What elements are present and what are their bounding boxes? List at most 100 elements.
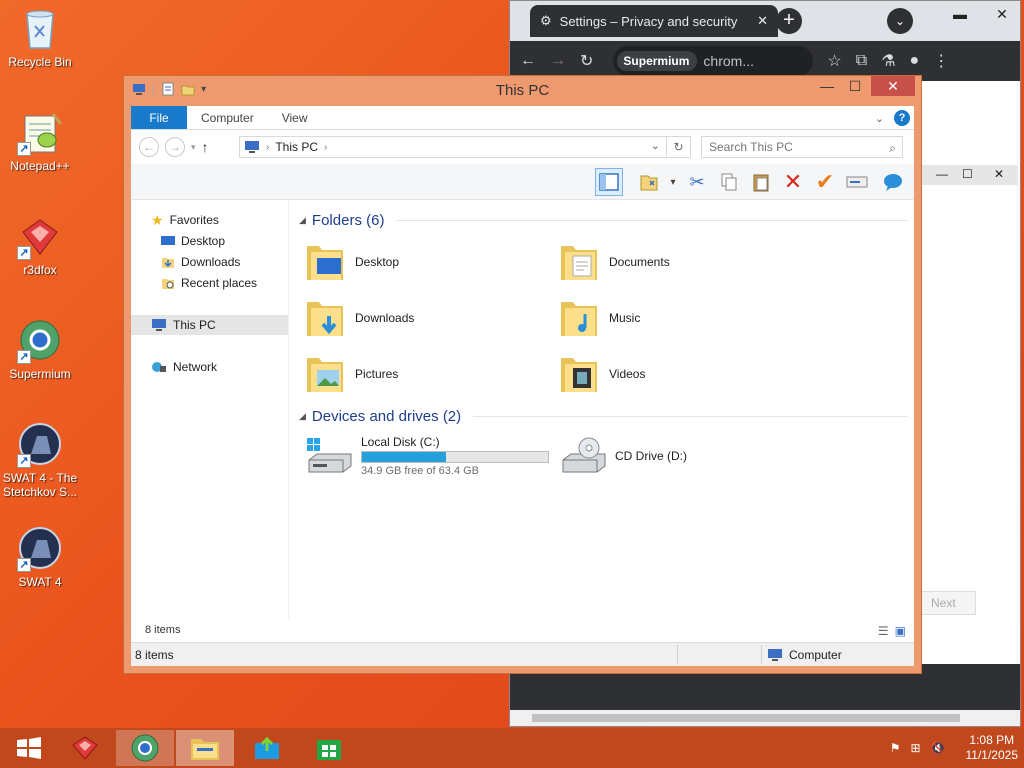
refresh-icon[interactable]: ↻	[666, 137, 690, 157]
dialog-minimize-icon[interactable]: —	[936, 167, 948, 181]
breadcrumb-this-pc[interactable]: This PC	[275, 140, 318, 154]
nav-this-pc[interactable]: This PC	[131, 315, 288, 335]
large-icons-view-icon[interactable]: ▣	[895, 624, 906, 638]
scrollbar-thumb[interactable]	[532, 714, 960, 722]
details-view-icon[interactable]: ☰	[878, 624, 889, 638]
taskbar-supermium[interactable]	[116, 730, 174, 766]
volume-muted-icon[interactable]: 🔇	[931, 741, 946, 755]
next-button[interactable]: Next	[920, 591, 976, 615]
tab-computer[interactable]: Computer	[187, 106, 268, 129]
desktop-icon-swat4-expansion[interactable]: ↗ SWAT 4 - The Stetchkov S...	[2, 422, 78, 499]
profile-icon[interactable]: ●	[910, 52, 920, 70]
close-button[interactable]: ✕	[871, 76, 915, 96]
nav-recent-places-label: Recent places	[181, 276, 258, 290]
search-input[interactable]: Search This PC ⌕	[701, 136, 903, 158]
up-button[interactable]: ↑	[202, 139, 209, 155]
desktop-icon-supermium[interactable]: ↗ Supermium	[2, 318, 78, 381]
taskbar-app-uploader[interactable]	[238, 730, 296, 766]
desktop: Recycle Bin ↗ Notepad++ ↗ r3dfox ↗ Super…	[0, 0, 1024, 728]
rename-check-icon[interactable]: ✔	[811, 168, 839, 196]
map-drive-icon[interactable]	[843, 168, 871, 196]
folder-item[interactable]: Desktop	[305, 236, 555, 288]
desktop-icon-label: Notepad++	[10, 159, 70, 173]
nav-recent-places[interactable]: Recent places	[131, 273, 288, 293]
paste-icon[interactable]	[747, 168, 775, 196]
back-button[interactable]: ←	[139, 137, 159, 157]
view-switcher: ☰ ▣	[878, 624, 906, 638]
taskbar: ⚑ ⊞ 🔇 1:08 PM 11/1/2025	[0, 728, 1024, 768]
drive-item-cd[interactable]: CD Drive (D:)	[559, 430, 809, 482]
cut-icon[interactable]: ✂	[683, 168, 711, 196]
tab-close-icon[interactable]: ✕	[757, 13, 768, 29]
folder-item[interactable]: Music	[559, 292, 809, 344]
network-tray-icon[interactable]: ⊞	[910, 741, 920, 755]
address-bar[interactable]: › This PC › ⌄ ↻	[239, 136, 691, 158]
inner-dialog-controls: — ☐ ✕	[922, 165, 1018, 185]
desktop-icon-recycle-bin[interactable]: Recycle Bin	[2, 6, 78, 69]
drive-item-local-disk[interactable]: Local Disk (C:) 34.9 GB free of 63.4 GB	[305, 430, 555, 482]
folder-name: Music	[609, 311, 641, 325]
expand-ribbon-icon[interactable]: ⌄	[875, 112, 884, 125]
help-icon[interactable]: ?	[894, 110, 910, 126]
videos-folder-icon	[561, 358, 597, 392]
browser-close-button[interactable]: ✕	[988, 6, 1016, 23]
explorer-body: File Computer View ⌄ ? ← → ▾ ↑ › This PC…	[131, 106, 914, 666]
reload-icon[interactable]: ↻	[580, 51, 593, 71]
labs-icon[interactable]: ⚗	[881, 51, 895, 71]
maximize-button[interactable]: ☐	[841, 76, 869, 96]
collapse-caret-icon[interactable]: ◢	[299, 215, 306, 226]
breadcrumb-separator: ›	[266, 141, 270, 153]
downloads-small-icon	[162, 258, 174, 268]
folder-item[interactable]: Documents	[559, 236, 809, 288]
site-chip[interactable]: Supermium	[617, 51, 698, 71]
forward-icon[interactable]: →	[550, 52, 566, 70]
tab-view[interactable]: View	[268, 106, 322, 129]
folder-item[interactable]: Videos	[559, 348, 809, 400]
bookmark-star-icon[interactable]: ☆	[827, 51, 841, 71]
action-center-flag-icon[interactable]: ⚑	[890, 741, 901, 755]
browser-tab-strip: ⚙ Settings – Privacy and security ✕ + ⌄ …	[510, 1, 1020, 41]
browser-minimize-button[interactable]: ▬	[946, 6, 974, 22]
horizontal-scrollbar[interactable]	[510, 710, 1020, 726]
omnibox[interactable]: Supermium chrom...	[613, 46, 814, 76]
start-button[interactable]	[0, 730, 58, 766]
nav-desktop[interactable]: Desktop	[131, 231, 288, 251]
tab-file[interactable]: File	[131, 106, 187, 129]
nav-network[interactable]: Network	[131, 357, 288, 377]
preview-pane-icon[interactable]	[595, 168, 623, 196]
nav-downloads[interactable]: Downloads	[131, 252, 288, 272]
address-dropdown-icon[interactable]: ⌄	[651, 139, 660, 152]
drive-free-space: 34.9 GB free of 63.4 GB	[361, 465, 480, 477]
forward-button[interactable]: →	[165, 137, 185, 157]
folder-name: Desktop	[355, 255, 400, 269]
folder-item[interactable]: Downloads	[305, 292, 555, 344]
documents-folder-icon	[561, 246, 597, 280]
minimize-button[interactable]: —	[813, 76, 841, 96]
search-icon: ⌕	[889, 141, 896, 155]
devices-group-header[interactable]: ◢ Devices and drives (2)	[299, 406, 908, 426]
clock[interactable]: 1:08 PM 11/1/2025	[966, 733, 1019, 763]
folders-group-header[interactable]: ◢ Folders (6)	[299, 210, 908, 230]
taskbar-store[interactable]	[300, 730, 358, 766]
desktop-icon-notepad-plus-plus[interactable]: ↗ Notepad++	[2, 110, 78, 173]
menu-icon[interactable]: ⋮	[933, 51, 949, 71]
extensions-icon[interactable]: ⧉	[856, 52, 867, 70]
tab-search-button[interactable]: ⌄	[887, 8, 913, 34]
chat-bubble-icon[interactable]	[879, 168, 907, 196]
dialog-close-icon[interactable]: ✕	[994, 167, 1004, 181]
copy-icon[interactable]	[715, 168, 743, 196]
desktop-icon-r3dfox[interactable]: ↗ r3dfox	[2, 214, 78, 277]
folder-item[interactable]: Pictures	[305, 348, 555, 400]
taskbar-r3dfox[interactable]	[56, 730, 114, 766]
recent-locations-icon[interactable]: ▾	[191, 142, 196, 153]
dialog-maximize-icon[interactable]: ☐	[962, 167, 973, 181]
taskbar-file-explorer[interactable]	[176, 730, 234, 766]
nav-favorites[interactable]: ★ Favorites	[131, 210, 288, 230]
new-tab-button[interactable]: +	[776, 8, 802, 34]
delete-icon[interactable]: ✕	[779, 168, 807, 196]
back-icon[interactable]: ←	[520, 52, 536, 70]
collapse-caret-icon[interactable]: ◢	[299, 411, 306, 422]
breadcrumb-chevron-icon[interactable]: ›	[324, 142, 327, 153]
desktop-icon-swat4[interactable]: ↗ SWAT 4	[2, 526, 78, 589]
browser-tab[interactable]: ⚙ Settings – Privacy and security ✕	[530, 5, 778, 37]
